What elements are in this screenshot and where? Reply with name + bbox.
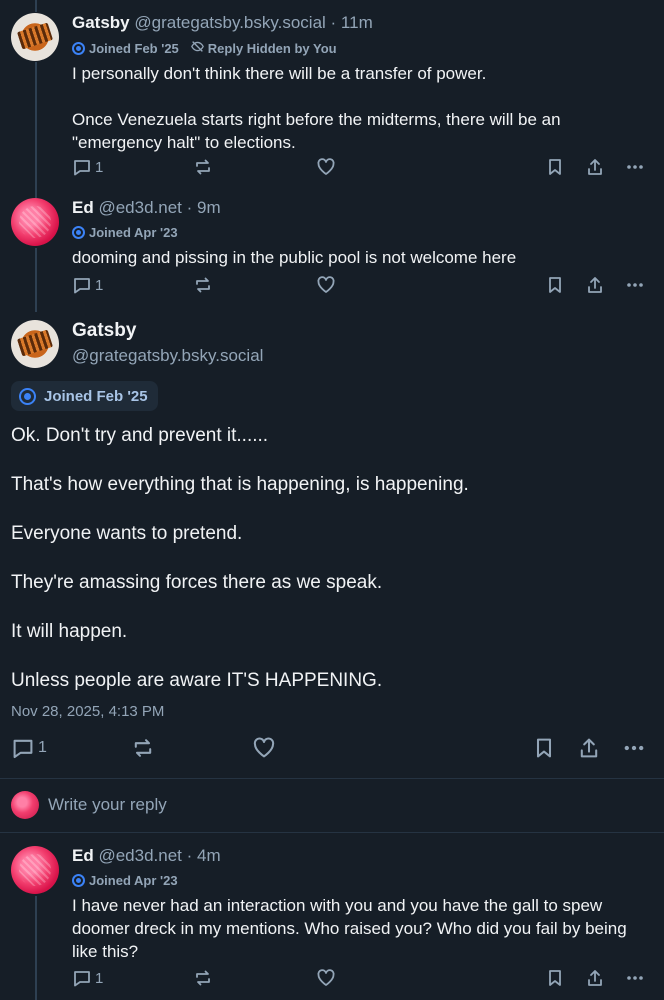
bookmark-icon [536,738,552,758]
joined-badge[interactable]: Joined Feb '25 [11,381,158,411]
author-name[interactable]: Gatsby [72,320,136,342]
author-handle[interactable]: @grategatsby.bsky.social [72,346,263,366]
reply-composer[interactable]: Write your reply [0,779,664,832]
author-handle[interactable]: @ed3d.net [98,198,181,217]
joined-badge[interactable]: Joined Apr '23 [72,873,178,888]
more-button[interactable] [622,736,646,760]
like-button[interactable] [316,968,336,988]
bookmark-button[interactable] [545,275,565,295]
repost-icon [196,159,210,175]
like-button[interactable] [316,157,336,177]
post-actions: 1 [0,157,664,181]
post-actions: 1 [0,275,664,299]
thread-line [35,0,37,12]
divider [0,832,664,833]
reply-input[interactable]: Write your reply [48,795,167,815]
avatar[interactable] [11,846,59,894]
joined-badge[interactable]: Joined Feb '25 [72,41,179,56]
post-timestamp[interactable]: Nov 28, 2025, 4:13 PM [11,703,164,720]
verified-badge-icon [72,41,85,55]
post-time[interactable]: · 4m [187,846,221,865]
more-button[interactable] [625,968,645,988]
bookmark-button[interactable] [545,157,565,177]
more-button[interactable] [625,157,645,177]
bookmark-icon [549,970,561,986]
like-button[interactable] [252,736,276,760]
post-text: Ok. Don't try and prevent it...... That'… [11,425,469,691]
bookmark-icon [549,159,561,175]
share-button[interactable] [577,736,601,760]
share-icon [588,277,602,293]
like-icon [317,158,335,175]
repost-button[interactable] [193,968,213,988]
reply-icon [74,971,90,987]
share-button[interactable] [585,275,605,295]
reply-icon [74,278,90,294]
reply-hidden-notice: Reply Hidden by You [190,40,337,56]
author-name[interactable]: Ed [72,846,94,865]
post-time[interactable]: · 11m [331,13,373,32]
avatar[interactable] [11,198,59,246]
verified-badge-icon [19,387,36,405]
eye-slash-icon [190,40,204,56]
bookmark-button[interactable] [545,968,565,988]
verified-badge-icon [72,874,85,887]
more-button[interactable] [625,275,645,295]
like-button[interactable] [316,275,336,295]
bookmark-button[interactable] [532,736,556,760]
reply-button[interactable]: 1 [72,157,103,177]
share-button[interactable] [585,157,605,177]
reply-button[interactable]: 1 [11,736,47,760]
repost-icon [134,739,152,757]
repost-button[interactable] [131,736,155,760]
post-text: dooming and pissing in the public pool i… [72,248,517,267]
avatar [11,791,39,819]
repost-icon [196,970,210,986]
repost-button[interactable] [193,157,213,177]
reply-icon [13,739,33,759]
author-handle[interactable]: @grategatsby.bsky.social [134,13,325,32]
share-icon [588,970,602,986]
author-name[interactable]: Gatsby [72,13,130,32]
avatar[interactable] [11,13,59,61]
post-actions: 1 [0,736,664,760]
like-icon [317,969,335,986]
repost-button[interactable] [193,275,213,295]
more-icon [624,745,644,751]
like-icon [253,737,275,758]
joined-badge[interactable]: Joined Apr '23 [72,225,178,240]
post-time[interactable]: · 9m [187,198,221,217]
more-icon [627,283,643,287]
reply-button[interactable]: 1 [72,968,103,988]
reply-icon [74,160,90,176]
post-text: I personally don't think there will be a… [72,64,561,152]
repost-icon [196,277,210,293]
post-actions: 1 [0,968,664,992]
post-text: I have never had an interaction with you… [72,896,627,961]
share-icon [580,738,598,758]
share-button[interactable] [585,968,605,988]
reply-button[interactable]: 1 [72,275,103,295]
bookmark-icon [549,277,561,293]
more-icon [627,165,643,169]
avatar[interactable] [11,320,59,368]
author-handle[interactable]: @ed3d.net [98,846,181,865]
more-icon [627,976,643,980]
share-icon [588,159,602,175]
author-name[interactable]: Ed [72,198,94,217]
like-icon [317,276,335,293]
verified-badge-icon [72,226,85,239]
